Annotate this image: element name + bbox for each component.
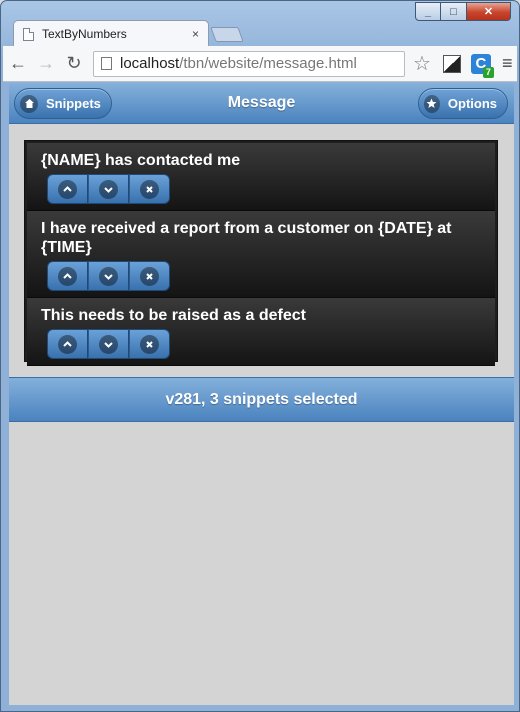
browser-window: _ □ ✕ TextByNumbers × ← → ↻ localhost/tb…: [0, 0, 520, 712]
options-button[interactable]: Options: [418, 88, 508, 119]
chevron-up-icon: [58, 334, 77, 354]
status-footer: v281, 3 snippets selected: [9, 377, 514, 422]
list-item: I have received a report from a customer…: [27, 211, 495, 298]
tab-title: TextByNumbers: [42, 27, 127, 41]
chevron-up-icon: [58, 266, 77, 286]
star-icon: [424, 94, 440, 113]
close-icon: [140, 179, 159, 199]
remove-button[interactable]: [129, 261, 170, 291]
chevron-down-icon: [99, 334, 118, 354]
remove-button[interactable]: [129, 329, 170, 359]
extension-badge: 7: [482, 66, 494, 78]
chevron-down-icon: [99, 179, 118, 199]
page-viewport: Snippets Message Options {NAME} has cont…: [9, 83, 514, 705]
url-host: localhost: [120, 55, 180, 72]
page-icon: [23, 27, 34, 41]
app-header: Snippets Message Options: [9, 83, 514, 124]
chevron-down-icon: [99, 266, 118, 286]
chevron-up-icon: [58, 179, 77, 199]
new-tab-button[interactable]: [210, 27, 244, 42]
snippet-text: {NAME} has contacted me: [41, 152, 241, 169]
extension-c-icon[interactable]: C 7: [470, 53, 494, 78]
browser-tab[interactable]: TextByNumbers ×: [13, 20, 209, 47]
tab-close-icon[interactable]: ×: [192, 27, 199, 41]
snippet-controls: [47, 261, 485, 291]
forward-icon[interactable]: →: [33, 53, 59, 74]
snippet-text: This needs to be raised as a defect: [41, 307, 306, 324]
reload-icon[interactable]: ↻: [61, 53, 87, 74]
move-up-button[interactable]: [47, 329, 88, 359]
close-icon: [140, 266, 159, 286]
move-up-button[interactable]: [47, 261, 88, 291]
snippet-list: {NAME} has contacted me I have received …: [24, 140, 498, 366]
list-item: This needs to be raised as a defect: [27, 298, 495, 366]
window-controls: _ □ ✕: [415, 2, 511, 21]
url-path: /tbn/website/message.html: [179, 55, 357, 72]
options-button-label: Options: [447, 96, 497, 111]
page-icon: [101, 57, 112, 70]
move-down-button[interactable]: [88, 174, 129, 204]
address-bar[interactable]: localhost/tbn/website/message.html: [93, 50, 405, 77]
back-icon[interactable]: ←: [5, 53, 31, 74]
move-up-button[interactable]: [47, 174, 88, 204]
snippet-controls: [47, 329, 485, 359]
bookmark-star-icon[interactable]: ☆: [413, 51, 431, 76]
menu-icon[interactable]: ≡: [502, 53, 513, 74]
extension-icon[interactable]: [442, 54, 461, 73]
remove-button[interactable]: [129, 174, 170, 204]
close-window-button[interactable]: ✕: [467, 2, 511, 21]
list-item: {NAME} has contacted me: [27, 143, 495, 211]
move-down-button[interactable]: [88, 261, 129, 291]
snippet-controls: [47, 174, 485, 204]
browser-toolbar: ← → ↻ localhost/tbn/website/message.html…: [3, 46, 517, 82]
minimize-button[interactable]: _: [415, 2, 441, 21]
move-down-button[interactable]: [88, 329, 129, 359]
close-icon: [140, 334, 159, 354]
snippet-text: I have received a report from a customer…: [41, 220, 452, 256]
maximize-button[interactable]: □: [441, 2, 467, 21]
